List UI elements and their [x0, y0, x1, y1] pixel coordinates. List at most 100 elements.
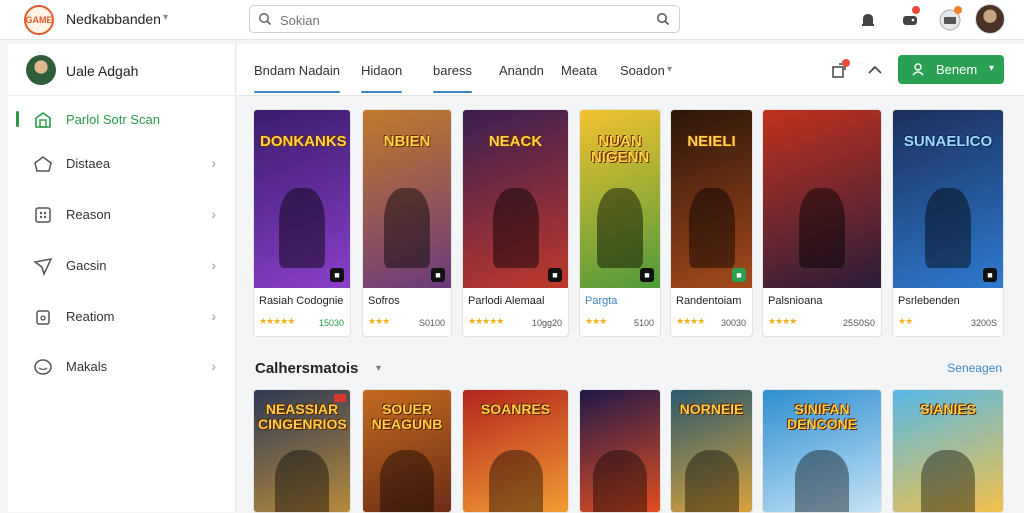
- game-cover: NEIELI ■: [671, 110, 752, 288]
- chevron-down-icon[interactable]: ▾: [667, 64, 672, 75]
- notification-badge: [912, 6, 920, 14]
- tab-baress[interactable]: baress: [433, 63, 473, 93]
- sidebar-item-reatiom[interactable]: Reatiom ›: [8, 294, 236, 340]
- tab-anandn[interactable]: Anandn: [499, 63, 544, 78]
- search-icon: [259, 13, 272, 26]
- user-icon: [912, 63, 924, 76]
- rating-stars: ★★★★★: [259, 316, 295, 326]
- sidebar-item-makals[interactable]: Makals ›: [8, 344, 236, 390]
- game-cover: DONKANKS ■: [254, 110, 350, 288]
- tab-underline: [361, 91, 403, 93]
- expand-icon[interactable]: [865, 60, 885, 80]
- cover-character: [380, 450, 434, 512]
- cover-title: NUAN NIGENN: [590, 133, 650, 166]
- platform-icon: ■: [640, 268, 654, 282]
- chat-icon: [34, 359, 52, 375]
- game-card-small[interactable]: NORNEIE: [670, 389, 753, 513]
- game-card-small[interactable]: NEASSIAR CINGENRIOS: [253, 389, 351, 513]
- game-cover: NUAN NIGENN ■: [580, 110, 660, 288]
- game-card[interactable]: NEIELI ■ Randentoiam ★★★★ 30030: [670, 109, 753, 337]
- sidebar-item-gacsin[interactable]: Gacsin ›: [8, 243, 236, 289]
- game-card[interactable]: SUNAELICO ■ Psrlebenden ★★ 3200S: [892, 109, 1004, 337]
- messages-badge: [954, 6, 962, 14]
- search-input[interactable]: [280, 10, 640, 30]
- rating-stars: ★★★: [368, 316, 390, 326]
- game-card-small[interactable]: SOANRES: [462, 389, 569, 513]
- store-icon: [35, 112, 51, 128]
- app-logo[interactable]: GAME: [24, 5, 54, 35]
- game-card[interactable]: NEACK ■ Parlodi Alemaal ★★★★★ 10gg20: [462, 109, 569, 337]
- game-price: 30030: [720, 318, 746, 328]
- app-title[interactable]: Nedkabbanden: [66, 11, 161, 27]
- game-name: Psrlebenden: [898, 295, 960, 307]
- game-price: 3200S: [970, 318, 997, 328]
- game-card-small[interactable]: [579, 389, 661, 513]
- cover-title: SOUER NEAGUNB: [371, 401, 443, 432]
- avatar[interactable]: [975, 4, 1005, 34]
- cover-title: SOANRES: [480, 401, 551, 417]
- game-name: Palsnioana: [768, 295, 823, 307]
- sidebar-item-reason[interactable]: Reason ›: [8, 192, 236, 238]
- platform-icon: ■: [983, 268, 997, 282]
- sidebar-item-label: Distaea: [66, 156, 111, 171]
- home-icon: [34, 156, 52, 172]
- platform-icon: ■: [732, 268, 746, 282]
- cover-title: NORNEIE: [679, 401, 744, 417]
- lock-icon: [36, 310, 50, 325]
- sidebar-item-label: Gacsin: [66, 258, 107, 273]
- rating-stars: ★★★★★: [468, 316, 504, 326]
- tab-meata[interactable]: Meata: [561, 63, 597, 78]
- chevron-right-icon: ›: [211, 358, 216, 374]
- cover-title: NEACK: [488, 133, 543, 150]
- sidebar-item-label: Makals: [66, 359, 108, 374]
- chevron-down-icon[interactable]: ▾: [376, 363, 381, 374]
- see-all-link[interactable]: Seneagen: [947, 361, 1002, 375]
- game-card[interactable]: NBIEN ■ Sofros ★★★ S0100: [362, 109, 452, 337]
- game-card-small[interactable]: SOUER NEAGUNB: [362, 389, 452, 513]
- cover-character: [688, 188, 735, 268]
- game-card[interactable]: NUAN NIGENN ■ Pargta ★★★ 5100: [579, 109, 661, 337]
- tab-underline: [254, 91, 340, 93]
- cover-character: [921, 450, 975, 512]
- cover-character: [799, 188, 845, 268]
- chevron-down-icon[interactable]: ▾: [163, 12, 168, 23]
- sidebar-item-label: Parlol Sotr Scan: [66, 112, 160, 127]
- active-indicator: [16, 111, 19, 127]
- cover-title: SUNAELICO: [903, 133, 993, 150]
- section-title: Calhersmatois: [255, 360, 359, 377]
- search-bar[interactable]: [249, 5, 680, 33]
- cover-character: [593, 450, 647, 512]
- tab-bndam-nadain[interactable]: Bndam Nadain: [254, 63, 340, 93]
- sidebar-item-store[interactable]: Parlol Sotr Scan: [8, 97, 236, 143]
- tab-label: Soadon: [620, 63, 665, 78]
- search-submit-icon[interactable]: [656, 12, 670, 26]
- platform-icon: ■: [330, 268, 344, 282]
- flag-icon: [334, 394, 346, 402]
- game-name: Sofros: [368, 295, 400, 307]
- game-cover: NBIEN ■: [363, 110, 451, 288]
- cover-title: SIANIES: [919, 401, 976, 417]
- platform-icon: ■: [548, 268, 562, 282]
- sidebar: Uale Adgah Parlol Sotr Scan Distaea › Re…: [8, 44, 236, 512]
- tab-label: Bndam Nadain: [254, 63, 340, 78]
- tab-hidaon[interactable]: Hidaon: [361, 63, 403, 93]
- primary-action-button[interactable]: Benem ▾: [898, 55, 1004, 84]
- game-name: Rasiah Codognie: [259, 295, 344, 307]
- game-price: 5100: [633, 318, 654, 328]
- category-tabs: Bndam Nadain Hidaon baress Anandn Meata …: [237, 44, 1024, 96]
- tab-soadon[interactable]: Soadon: [620, 63, 665, 78]
- cover-title: NBIEN: [383, 133, 431, 150]
- tab-label: Anandn: [499, 63, 544, 78]
- grid-icon: [35, 207, 51, 223]
- platform-icon: ■: [431, 268, 445, 282]
- sidebar-item-label: Reason: [66, 207, 111, 222]
- rating-stars: ★★★★: [676, 316, 705, 326]
- notification-bell-icon[interactable]: [856, 8, 880, 32]
- user-profile[interactable]: Uale Adgah: [8, 44, 236, 96]
- game-card[interactable]: DONKANKS ■ Rasiah Codognie ★★★★★ 15030: [253, 109, 351, 337]
- game-card[interactable]: Palsnioana ★★★★ 25S0S0: [762, 109, 882, 337]
- game-card-small[interactable]: SINIFAN DENCONE: [762, 389, 882, 513]
- game-cover: [763, 110, 881, 288]
- sidebar-item-distaea[interactable]: Distaea ›: [8, 141, 236, 187]
- game-card-small[interactable]: SIANIES: [892, 389, 1004, 513]
